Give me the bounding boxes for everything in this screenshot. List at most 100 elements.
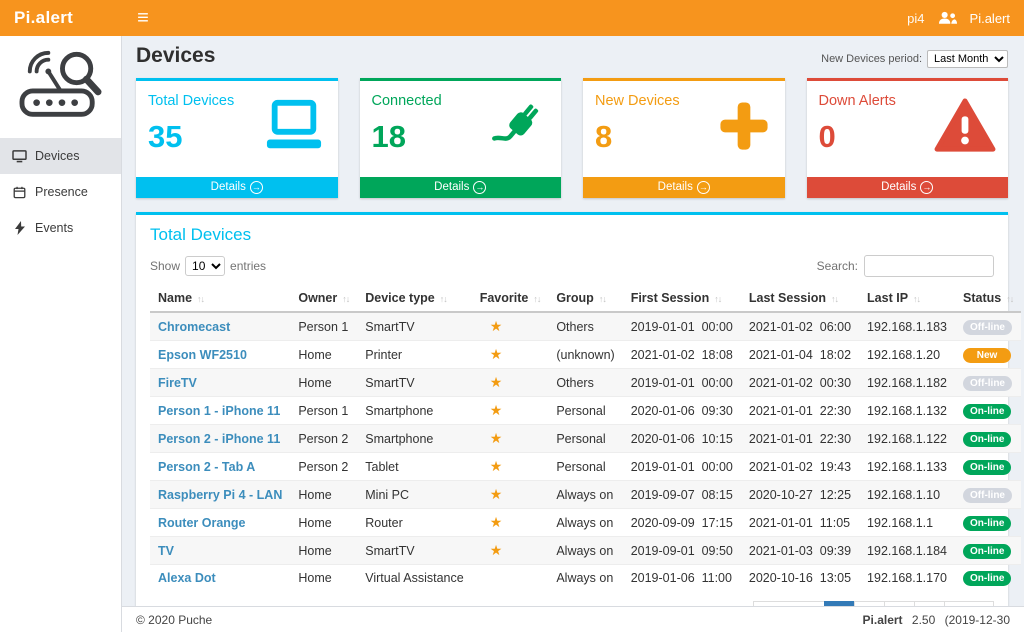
hamburger-menu-icon[interactable]: ≡ bbox=[122, 0, 164, 36]
column-label: Favorite bbox=[480, 291, 529, 305]
device-name-link[interactable]: FireTV bbox=[158, 376, 197, 390]
device-name-link[interactable]: Raspberry Pi 4 - LAN bbox=[158, 488, 282, 502]
sidebar-item-devices[interactable]: Devices bbox=[0, 138, 121, 174]
last-ip-cell: 192.168.1.133 bbox=[859, 453, 955, 481]
favorite-star-icon: ★ bbox=[490, 542, 503, 558]
new-devices-period-select[interactable]: Last Month bbox=[927, 50, 1008, 68]
device-name-link[interactable]: Alexa Dot bbox=[158, 571, 216, 585]
footer-build-date: (2019-12-30 bbox=[945, 613, 1010, 627]
first-session-cell: 2019-09-07 08:15 bbox=[623, 481, 741, 509]
last-ip-cell: 192.168.1.1 bbox=[859, 509, 955, 537]
sidebar-item-label: Events bbox=[35, 221, 73, 235]
table-row: ChromecastPerson 1SmartTV★Others2019-01-… bbox=[150, 312, 1021, 341]
connected-details-button[interactable]: Details→ bbox=[360, 177, 562, 198]
column-header-favorite[interactable]: Favorite↑↓ bbox=[472, 285, 549, 312]
table-row: TVHomeSmartTV★Always on2019-09-01 09:502… bbox=[150, 537, 1021, 565]
new-devices-details-button[interactable]: Details→ bbox=[583, 177, 785, 198]
first-session-cell: 2019-09-01 09:50 bbox=[623, 537, 741, 565]
group-cell: Others bbox=[548, 312, 622, 341]
box-title: Down Alerts bbox=[819, 93, 896, 109]
column-label: Last Session bbox=[749, 291, 826, 305]
device-name-link[interactable]: Chromecast bbox=[158, 320, 230, 334]
copyright-label: © 2020 Puche bbox=[136, 613, 212, 627]
page-length-select[interactable]: 10 bbox=[185, 256, 225, 276]
status-badge: Off-line bbox=[963, 320, 1012, 335]
device-table-head-row: Name↑↓Owner↑↓Device type↑↓Favorite↑↓Grou… bbox=[150, 285, 1021, 312]
status-badge: New bbox=[963, 348, 1011, 363]
device-name-link[interactable]: TV bbox=[158, 544, 174, 558]
table-row: Alexa Dot HomeVirtual Assistance Always on… bbox=[150, 565, 1021, 592]
device-name-link[interactable]: Person 2 - iPhone 11 bbox=[158, 432, 280, 446]
users-icon[interactable] bbox=[938, 11, 957, 25]
status-badge: On-line bbox=[963, 432, 1011, 447]
last-session-cell: 2021-01-01 22:30 bbox=[741, 425, 859, 453]
column-header-name[interactable]: Name↑↓ bbox=[150, 285, 290, 312]
status-cell: New bbox=[955, 341, 1021, 369]
column-header-status[interactable]: Status↑↓ bbox=[955, 285, 1021, 312]
owner-cell: Home bbox=[290, 537, 357, 565]
status-cell: Off-line bbox=[955, 481, 1021, 509]
favorite-star-icon: ★ bbox=[490, 430, 503, 446]
first-session-cell: 2019-01-06 11:00 bbox=[623, 565, 741, 592]
brand-logo[interactable]: Pi.alert bbox=[0, 8, 122, 28]
search-control: Search: bbox=[817, 255, 994, 277]
first-session-cell: 2019-01-01 00:00 bbox=[623, 453, 741, 481]
name-cell: Person 1 - iPhone 11 bbox=[150, 397, 290, 425]
new-devices-period-control: New Devices period: Last Month bbox=[821, 50, 1008, 68]
favorite-cell bbox=[472, 565, 549, 592]
calendar-icon bbox=[12, 186, 27, 199]
column-header-group[interactable]: Group↑↓ bbox=[548, 285, 622, 312]
last-session-cell: 2021-01-01 11:05 bbox=[741, 509, 859, 537]
lightning-bolt-icon bbox=[12, 221, 27, 235]
status-badge: On-line bbox=[963, 516, 1011, 531]
last-ip-cell: 192.168.1.10 bbox=[859, 481, 955, 509]
total-devices-details-button[interactable]: Details→ bbox=[136, 177, 338, 198]
warning-triangle-icon bbox=[934, 97, 996, 160]
user-label[interactable]: Pi.alert bbox=[970, 11, 1010, 26]
last-ip-cell: 192.168.1.132 bbox=[859, 397, 955, 425]
group-cell: Others bbox=[548, 369, 622, 397]
status-cell: Off-line bbox=[955, 312, 1021, 341]
name-cell: Person 2 - Tab A bbox=[150, 453, 290, 481]
column-header-device-type[interactable]: Device type↑↓ bbox=[357, 285, 471, 312]
sidebar-item-presence[interactable]: Presence bbox=[0, 174, 121, 210]
sort-icon: ↑↓ bbox=[831, 294, 838, 304]
panel-title: Total Devices bbox=[150, 225, 994, 245]
device-table-body: ChromecastPerson 1SmartTV★Others2019-01-… bbox=[150, 312, 1021, 591]
column-header-last-session[interactable]: Last Session ↑↓ bbox=[741, 285, 859, 312]
device-name-link[interactable]: Person 1 - iPhone 11 bbox=[158, 404, 280, 418]
owner-cell: Home bbox=[290, 565, 357, 592]
device-type-cell: Mini PC bbox=[357, 481, 471, 509]
device-name-link[interactable]: Person 2 - Tab A bbox=[158, 460, 255, 474]
sort-icon: ↑↓ bbox=[714, 294, 721, 304]
sidebar-item-events[interactable]: Events bbox=[0, 210, 121, 246]
status-cell: On-line bbox=[955, 565, 1021, 592]
column-header-first-session[interactable]: First Session ↑↓ bbox=[623, 285, 741, 312]
name-cell: Person 2 - iPhone 11 bbox=[150, 425, 290, 453]
owner-cell: Home bbox=[290, 481, 357, 509]
hostname-label: pi4 bbox=[907, 11, 924, 26]
footer-version: 2.50 bbox=[912, 613, 935, 627]
last-ip-cell: 192.168.1.184 bbox=[859, 537, 955, 565]
search-input[interactable] bbox=[864, 255, 994, 277]
column-label: First Session bbox=[631, 291, 710, 305]
column-header-last-ip[interactable]: Last IP↑↓ bbox=[859, 285, 955, 312]
down-alerts-details-button[interactable]: Details→ bbox=[807, 177, 1009, 198]
main-content: Devices New Devices period: Last Month T… bbox=[122, 36, 1024, 606]
sidebar-item-label: Presence bbox=[35, 185, 88, 199]
last-session-cell: 2021-01-02 00:30 bbox=[741, 369, 859, 397]
sidebar-item-label: Devices bbox=[35, 149, 79, 163]
column-label: Name bbox=[158, 291, 192, 305]
sort-icon: ↑↓ bbox=[913, 294, 920, 304]
column-header-owner[interactable]: Owner↑↓ bbox=[290, 285, 357, 312]
box-value: 0 bbox=[819, 119, 896, 155]
device-name-link[interactable]: Epson WF2510 bbox=[158, 348, 247, 362]
group-cell: (unknown) bbox=[548, 341, 622, 369]
favorite-cell: ★ bbox=[472, 425, 549, 453]
device-name-link[interactable]: Router Orange bbox=[158, 516, 246, 530]
group-cell: Always on bbox=[548, 565, 622, 592]
owner-cell: Person 2 bbox=[290, 425, 357, 453]
device-type-cell: Virtual Assistance bbox=[357, 565, 471, 592]
page-footer: © 2020 Puche Pi.alert 2.50 (2019-12-30 bbox=[122, 606, 1024, 632]
devices-table-panel: Total Devices Show10entries Search: Name… bbox=[136, 212, 1008, 606]
